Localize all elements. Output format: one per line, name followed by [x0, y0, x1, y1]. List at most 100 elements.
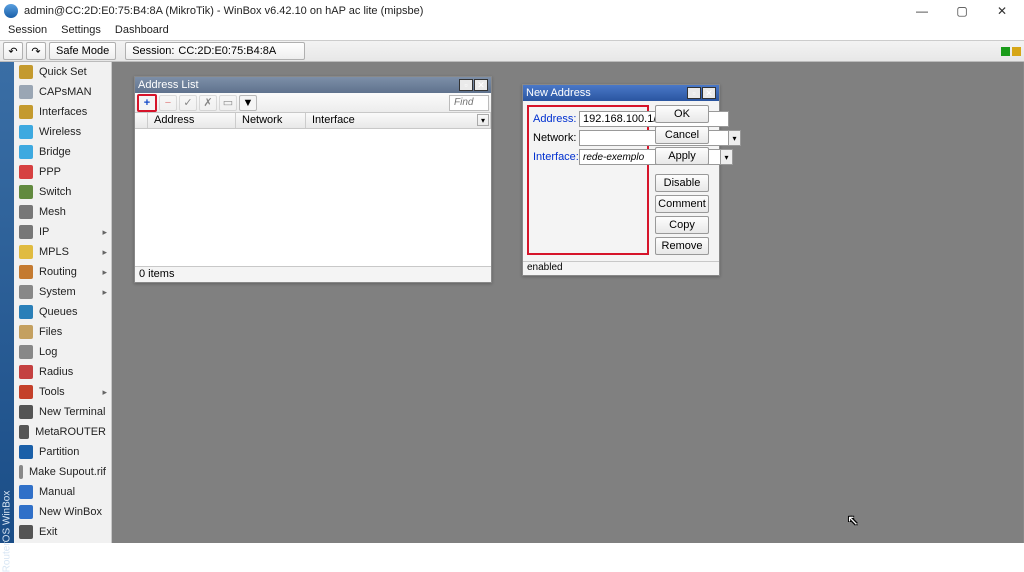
new-address-close-button[interactable]: ✕: [702, 87, 716, 99]
sidebar-item-tools[interactable]: Tools ▸: [14, 382, 111, 402]
columns-dropdown-icon[interactable]: ▾: [477, 114, 489, 126]
sidebar-item-log[interactable]: Log: [14, 342, 111, 362]
button-column: OK Cancel Apply Disable Comment Copy Remove: [655, 105, 709, 255]
col-interface[interactable]: Interface: [306, 113, 491, 128]
enable-button[interactable]: ✓: [179, 95, 197, 111]
sidebar-icon: [19, 85, 33, 99]
redo-button[interactable]: ↷: [26, 42, 46, 60]
col-network[interactable]: Network: [236, 113, 306, 128]
address-list-close-button[interactable]: ✕: [474, 79, 488, 91]
new-address-titlebar[interactable]: New Address ▫ ✕: [523, 85, 719, 101]
sidebar-icon: [19, 425, 29, 439]
sidebar-icon: [19, 105, 33, 119]
disable-button[interactable]: ✗: [199, 95, 217, 111]
new-address-status: enabled: [523, 261, 719, 275]
address-list-body[interactable]: [135, 129, 491, 266]
sidebar-item-label: Tools: [39, 386, 65, 398]
sidebar-item-make-supout.rif[interactable]: Make Supout.rif: [14, 462, 111, 482]
sidebar-item-metarouter[interactable]: MetaROUTER: [14, 422, 111, 442]
chevron-right-icon: ▸: [102, 267, 107, 278]
apply-button[interactable]: Apply: [655, 147, 709, 165]
sidebar-icon: [19, 385, 33, 399]
session-label: Session:: [132, 45, 174, 57]
new-address-title: New Address: [526, 87, 591, 99]
toolbar-status-icons: [1001, 47, 1021, 56]
sidebar-item-ppp[interactable]: PPP: [14, 162, 111, 182]
menu-settings[interactable]: Settings: [61, 24, 101, 36]
maximize-button[interactable]: ▢: [950, 3, 974, 19]
interface-dropdown-icon[interactable]: ▾: [721, 149, 733, 165]
safe-mode-button[interactable]: Safe Mode: [49, 42, 116, 60]
filter-button[interactable]: ▼: [239, 95, 257, 111]
sidebar-item-capsman[interactable]: CAPsMAN: [14, 82, 111, 102]
find-input[interactable]: [449, 95, 489, 111]
sidebar-item-label: CAPsMAN: [39, 86, 92, 98]
sidebar-item-wireless[interactable]: Wireless: [14, 122, 111, 142]
sidebar-item-label: Interfaces: [39, 106, 87, 118]
remove-button[interactable]: −: [159, 95, 177, 111]
sidebar-item-new-terminal[interactable]: New Terminal: [14, 402, 111, 422]
network-dropdown-icon[interactable]: ▾: [729, 130, 741, 146]
sidebar-icon: [19, 245, 33, 259]
ok-button[interactable]: OK: [655, 105, 709, 123]
sidebar-item-label: MPLS: [39, 246, 69, 258]
sidebar-icon: [19, 185, 33, 199]
sidebar-item-system[interactable]: System▸: [14, 282, 111, 302]
sidebar-stripe: RouterOS WinBox: [0, 62, 14, 543]
add-button[interactable]: +: [137, 94, 157, 112]
field-group: Address: Network: ▾ Interface:: [527, 105, 649, 255]
sidebar-item-mpls[interactable]: MPLS ▸: [14, 242, 111, 262]
sidebar-item-label: Log: [39, 346, 57, 358]
address-list-titlebar[interactable]: Address List ▫ ✕: [135, 77, 491, 93]
sidebar-item-new-winbox[interactable]: New WinBox: [14, 502, 111, 522]
menu-session[interactable]: Session: [8, 24, 47, 36]
sidebar-icon: [19, 365, 33, 379]
sidebar-item-interfaces[interactable]: Interfaces: [14, 102, 111, 122]
find-field[interactable]: [449, 95, 489, 111]
workspace: RouterOS WinBox Quick Set CAPsMAN Interfac…: [0, 62, 1024, 543]
sidebar-item-routing[interactable]: Routing▸: [14, 262, 111, 282]
sidebar-icon: [19, 285, 33, 299]
minimize-button[interactable]: —: [910, 3, 934, 19]
sidebar-item-label: PPP: [39, 166, 61, 178]
chevron-right-icon: ▸: [102, 247, 107, 258]
sidebar-item-files[interactable]: Files: [14, 322, 111, 342]
remove-button[interactable]: Remove: [655, 237, 709, 255]
sidebar-item-ip[interactable]: IP▸: [14, 222, 111, 242]
sidebar-item-label: Partition: [39, 446, 79, 458]
sidebar-icon: [19, 465, 23, 479]
sidebar-item-bridge[interactable]: Bridge: [14, 142, 111, 162]
chevron-right-icon: ▸: [102, 287, 107, 298]
sidebar-item-exit[interactable]: Exit: [14, 522, 111, 542]
col-address[interactable]: Address: [148, 113, 236, 128]
sidebar-icon: [19, 205, 33, 219]
sidebar-item-mesh[interactable]: Mesh: [14, 202, 111, 222]
new-address-window[interactable]: New Address ▫ ✕ Address: Network:: [522, 84, 720, 276]
sidebar-item-quick-set[interactable]: Quick Set: [14, 62, 111, 82]
disable-button[interactable]: Disable: [655, 174, 709, 192]
window-title: admin@CC:2D:E0:75:B4:8A (MikroTik) - Win…: [24, 5, 423, 17]
window-controls: — ▢ ✕: [910, 3, 1020, 19]
sidebar-item-queues[interactable]: Queues: [14, 302, 111, 322]
sidebar-icon: [19, 225, 33, 239]
copy-button[interactable]: Copy: [655, 216, 709, 234]
sidebar-item-manual[interactable]: Manual: [14, 482, 111, 502]
sidebar-item-label: Switch: [39, 186, 71, 198]
sidebar-item-radius[interactable]: Radius: [14, 362, 111, 382]
sidebar-item-partition[interactable]: Partition: [14, 442, 111, 462]
session-value[interactable]: [178, 45, 298, 57]
chevron-right-icon: ▸: [102, 387, 107, 398]
close-button[interactable]: ✕: [990, 3, 1014, 19]
new-address-restore-button[interactable]: ▫: [687, 87, 701, 99]
sidebar-item-switch[interactable]: Switch: [14, 182, 111, 202]
menu-dashboard[interactable]: Dashboard: [115, 24, 169, 36]
comment-button[interactable]: Comment: [655, 195, 709, 213]
address-list-restore-button[interactable]: ▫: [459, 79, 473, 91]
comment-button[interactable]: ▭: [219, 95, 237, 111]
address-list-window[interactable]: Address List ▫ ✕ + − ✓ ✗ ▭ ▼ Address: [134, 76, 492, 283]
sidebar: Quick Set CAPsMAN Interfaces WirelessBridge…: [14, 62, 112, 543]
session-field: Session:: [125, 42, 305, 60]
undo-button[interactable]: ↶: [3, 42, 23, 60]
cancel-button[interactable]: Cancel: [655, 126, 709, 144]
stripe-label: RouterOS WinBox: [2, 491, 13, 572]
